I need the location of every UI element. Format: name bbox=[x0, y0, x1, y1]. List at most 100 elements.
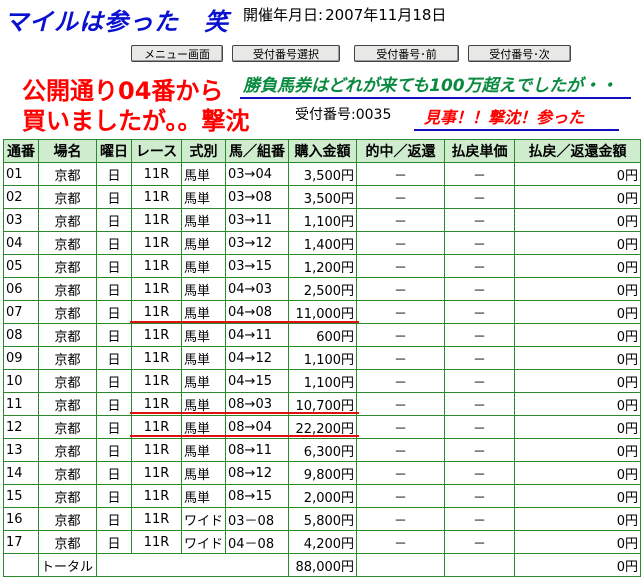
table-cell: 0円 bbox=[514, 231, 642, 255]
table-cell: 京都 bbox=[38, 461, 97, 485]
prev-receipt-button[interactable]: 受付番号･前 bbox=[354, 45, 459, 62]
table-cell: 日 bbox=[96, 162, 132, 186]
table-cell: 03→08 bbox=[225, 185, 290, 209]
table-cell: 17 bbox=[3, 530, 39, 554]
table-cell: 03－08 bbox=[225, 507, 290, 531]
table-cell: － bbox=[356, 484, 446, 508]
table-cell: 日 bbox=[96, 530, 132, 554]
table-cell: 京都 bbox=[38, 277, 97, 301]
table-cell: 07 bbox=[3, 300, 39, 324]
table-cell: 馬単 bbox=[180, 369, 227, 393]
table-cell: 12 bbox=[3, 415, 39, 439]
table-cell: 馬単 bbox=[180, 323, 227, 347]
table-cell: 京都 bbox=[38, 369, 97, 393]
select-receipt-button[interactable]: 受付番号選択 bbox=[232, 45, 340, 62]
table-cell: 05 bbox=[3, 254, 39, 278]
table-row: 04 京都日 11R 馬単 03→12 1,400円－－ 0円 bbox=[3, 231, 642, 255]
table-cell: 03→15 bbox=[225, 254, 290, 278]
next-receipt-button[interactable]: 受付番号･次 bbox=[468, 45, 571, 62]
table-cell: 11R bbox=[131, 323, 182, 347]
table-cell: 日 bbox=[96, 415, 132, 439]
table-cell: － bbox=[444, 346, 516, 370]
table-cell: 3,500円 bbox=[288, 162, 358, 186]
sunk-note: 見事！！撃沈！参った bbox=[424, 108, 585, 127]
menu-button[interactable]: メニュー画面 bbox=[131, 45, 223, 62]
table-cell: 600円 bbox=[288, 323, 358, 347]
table-cell: 0円 bbox=[514, 369, 642, 393]
table-cell: 1,100円 bbox=[288, 369, 358, 393]
table-cell: － bbox=[356, 231, 446, 255]
table-cell: 11R bbox=[131, 484, 182, 508]
table-cell: 04→11 bbox=[225, 323, 290, 347]
sunk-note-underline bbox=[414, 129, 619, 131]
column-header: 曜日 bbox=[96, 139, 132, 163]
table-cell: 11R bbox=[131, 530, 182, 554]
empty-cell bbox=[95, 553, 290, 577]
table-row: 17 京都日 11R ワイド 04－08 4,200円－－ 0円 bbox=[3, 530, 642, 554]
table-cell: 0円 bbox=[514, 254, 642, 278]
table-cell: 日 bbox=[96, 461, 132, 485]
receipt-value: 0035 bbox=[355, 107, 392, 123]
table-cell: ワイド bbox=[180, 530, 227, 554]
column-header: 購入金額 bbox=[288, 139, 358, 163]
highlight-row-12 bbox=[130, 435, 359, 437]
table-cell: 1,100円 bbox=[288, 346, 358, 370]
event-date: 開催年月日: 2007年11月18日 bbox=[243, 4, 448, 25]
table-cell: 0円 bbox=[514, 438, 642, 462]
table-cell: 11R bbox=[131, 438, 182, 462]
column-header: レース bbox=[131, 139, 182, 163]
table-cell: 04 bbox=[3, 231, 39, 255]
table-cell: 11R bbox=[131, 507, 182, 531]
table-cell: 日 bbox=[96, 208, 132, 232]
empty-cell bbox=[444, 553, 516, 577]
empty-cell bbox=[3, 553, 39, 577]
table-cell: 馬単 bbox=[180, 208, 227, 232]
table-cell: 2,000円 bbox=[288, 484, 358, 508]
table-cell: 11R bbox=[131, 208, 182, 232]
table-cell: 京都 bbox=[38, 185, 97, 209]
table-cell: － bbox=[356, 208, 446, 232]
table-cell: 09 bbox=[3, 346, 39, 370]
table-cell: － bbox=[444, 461, 516, 485]
table-cell: 04－08 bbox=[225, 530, 290, 554]
table-cell: 日 bbox=[96, 323, 132, 347]
result-comment-line1: 公開通り04番から bbox=[22, 77, 224, 105]
table-cell: 14 bbox=[3, 461, 39, 485]
table-cell: － bbox=[444, 484, 516, 508]
date-value: 2007年11月18日 bbox=[325, 6, 447, 24]
table-cell: 京都 bbox=[38, 254, 97, 278]
table-cell: 馬単 bbox=[180, 162, 227, 186]
table-cell: 馬単 bbox=[180, 461, 227, 485]
table-row: 14 京都日 11R 馬単 08→12 9,800円－－ 0円 bbox=[3, 461, 642, 485]
table-cell: － bbox=[444, 162, 516, 186]
total-cell: 88,000円 bbox=[288, 553, 358, 577]
table-cell: 04→15 bbox=[225, 369, 290, 393]
table-row: 03 京都日 11R 馬単 03→11 1,100円－－ 0円 bbox=[3, 208, 642, 232]
table-cell: 10 bbox=[3, 369, 39, 393]
table-cell: 馬単 bbox=[180, 346, 227, 370]
table-row: 09 京都日 11R 馬単 04→12 1,100円－－ 0円 bbox=[3, 346, 642, 370]
table-cell: 6,300円 bbox=[288, 438, 358, 462]
table-cell: 4,200円 bbox=[288, 530, 358, 554]
table-cell: － bbox=[356, 438, 446, 462]
table-cell: 日 bbox=[96, 300, 132, 324]
table-cell: 日 bbox=[96, 369, 132, 393]
table-cell: 03→11 bbox=[225, 208, 290, 232]
table-cell: 03 bbox=[3, 208, 39, 232]
highlight-row-11 bbox=[130, 412, 359, 414]
table-cell: 1,400円 bbox=[288, 231, 358, 255]
table-cell: 馬単 bbox=[180, 277, 227, 301]
result-comment: 公開通り04番から 買いましたが。。撃沈 bbox=[22, 76, 250, 136]
table-cell: 08→15 bbox=[225, 484, 290, 508]
table-cell: 日 bbox=[96, 392, 132, 416]
table-cell: 04→12 bbox=[225, 346, 290, 370]
table-cell: 13 bbox=[3, 438, 39, 462]
table-cell: － bbox=[356, 461, 446, 485]
table-cell: 11R bbox=[131, 185, 182, 209]
table-cell: 11R bbox=[131, 254, 182, 278]
table-cell: 11R bbox=[131, 231, 182, 255]
table-cell: 04→03 bbox=[225, 277, 290, 301]
table-cell: － bbox=[356, 369, 446, 393]
result-comment-line2: 買いましたが。。撃沈 bbox=[22, 107, 250, 135]
table-cell: 0円 bbox=[514, 346, 642, 370]
